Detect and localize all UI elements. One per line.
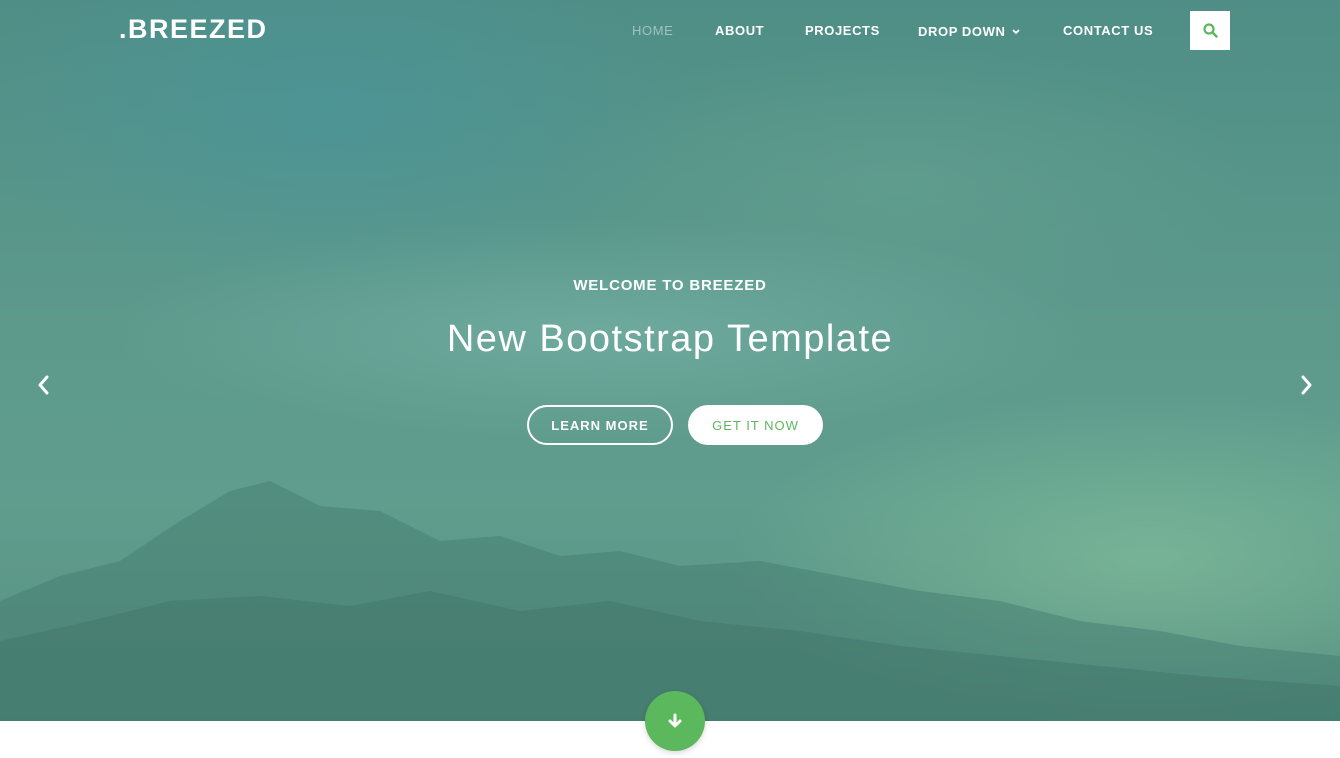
nav-home[interactable]: HOME <box>632 23 673 38</box>
slider-prev-button[interactable] <box>32 372 56 398</box>
main-navbar: .BREEZED HOME ABOUT PROJECTS DROP DOWN C… <box>0 0 1340 62</box>
hero-slider: .BREEZED HOME ABOUT PROJECTS DROP DOWN C… <box>0 0 1340 721</box>
chevron-right-icon <box>1301 375 1312 395</box>
search-icon <box>1202 23 1218 38</box>
mountain-background <box>0 481 1340 721</box>
learn-more-button[interactable]: LEARN MORE <box>527 405 673 445</box>
hero-subtitle: WELCOME TO BREEZED <box>573 277 767 294</box>
slider-next-button[interactable] <box>1294 372 1318 398</box>
nav-dropdown[interactable]: DROP DOWN <box>918 23 1020 39</box>
nav-contact[interactable]: CONTACT US <box>1063 23 1153 38</box>
get-it-now-button[interactable]: GET IT NOW <box>688 405 823 445</box>
nav-projects[interactable]: PROJECTS <box>805 23 880 38</box>
search-button[interactable] <box>1190 11 1230 50</box>
scroll-down-button[interactable] <box>645 691 705 751</box>
chevron-down-icon <box>1011 23 1020 38</box>
hero-title: New Bootstrap Template <box>446 318 894 360</box>
nav-dropdown-label: DROP DOWN <box>918 24 1006 39</box>
nav-about[interactable]: ABOUT <box>715 23 764 38</box>
arrow-down-icon <box>668 713 682 728</box>
brand-logo[interactable]: .BREEZED <box>119 14 268 45</box>
chevron-left-icon <box>38 375 49 395</box>
